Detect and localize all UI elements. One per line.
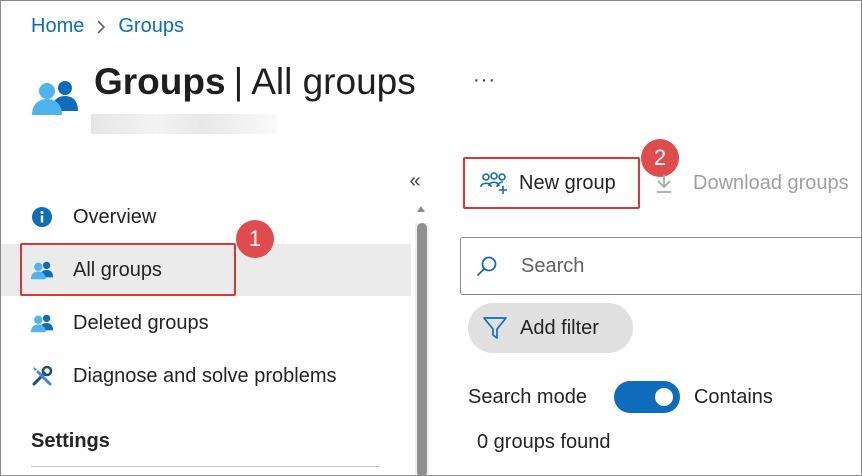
page-title-main: Groups xyxy=(94,61,226,102)
redacted-subtitle xyxy=(91,114,277,134)
chevron-right-icon xyxy=(96,19,106,35)
breadcrumb-home-link[interactable]: Home xyxy=(31,15,84,38)
toggle-knob xyxy=(654,388,673,406)
wrench-screwdriver-icon xyxy=(30,364,54,388)
search-mode-toggle[interactable] xyxy=(613,381,680,413)
more-options-button[interactable]: ··· xyxy=(473,69,496,92)
groups-icon xyxy=(30,311,54,335)
groups-header-icon xyxy=(31,77,79,119)
add-filter-button[interactable]: Add filter xyxy=(468,303,633,353)
breadcrumb-groups-link[interactable]: Groups xyxy=(118,15,184,38)
search-icon xyxy=(475,254,499,278)
search-mode-row: Search mode Contains xyxy=(468,381,773,413)
new-group-button[interactable]: New group xyxy=(479,159,616,207)
search-mode-label: Search mode xyxy=(468,385,587,408)
search-box[interactable] xyxy=(460,237,861,295)
page-title: Groups | All groups xyxy=(94,61,416,103)
page-title-sub: All groups xyxy=(251,61,416,102)
settings-heading: Settings xyxy=(31,430,110,452)
groups-icon xyxy=(30,258,54,282)
new-group-icon xyxy=(479,170,509,196)
sidebar-item-label: Overview xyxy=(73,205,157,228)
breadcrumb: Home Groups xyxy=(31,15,184,38)
page-title-separator: | xyxy=(233,61,244,102)
sidebar-item-label: Diagnose and solve problems xyxy=(73,364,337,387)
download-groups-label: Download groups xyxy=(693,171,849,194)
add-filter-label: Add filter xyxy=(520,316,599,339)
search-mode-value: Contains xyxy=(693,385,773,408)
step1-badge: 1 xyxy=(236,220,274,258)
sidebar-item-label: All groups xyxy=(73,258,162,281)
collapse-sidebar-button[interactable]: « xyxy=(403,169,427,193)
scroll-up-arrow-icon[interactable] xyxy=(417,206,425,212)
sidebar-scrollbar-thumb[interactable] xyxy=(417,223,427,475)
sidebar-item-diagnose[interactable]: Diagnose and solve problems xyxy=(21,350,411,402)
double-chevron-left-icon: « xyxy=(409,169,421,192)
filter-icon xyxy=(482,315,508,341)
result-count: 0 groups found xyxy=(477,431,611,453)
download-groups-button[interactable]: Download groups xyxy=(653,159,849,207)
page-frame: Home Groups Groups | All groups ··· « Over… xyxy=(0,0,862,476)
info-icon xyxy=(30,205,54,229)
search-input[interactable] xyxy=(521,254,821,278)
new-group-label: New group xyxy=(519,171,616,194)
download-icon xyxy=(653,170,675,196)
sidebar-item-overview[interactable]: Overview xyxy=(21,191,411,243)
sidebar-item-all-groups[interactable]: All groups xyxy=(1,244,411,296)
settings-divider xyxy=(31,466,379,467)
sidebar-item-label: Deleted groups xyxy=(73,311,209,334)
sidebar-item-deleted-groups[interactable]: Deleted groups xyxy=(21,297,411,349)
